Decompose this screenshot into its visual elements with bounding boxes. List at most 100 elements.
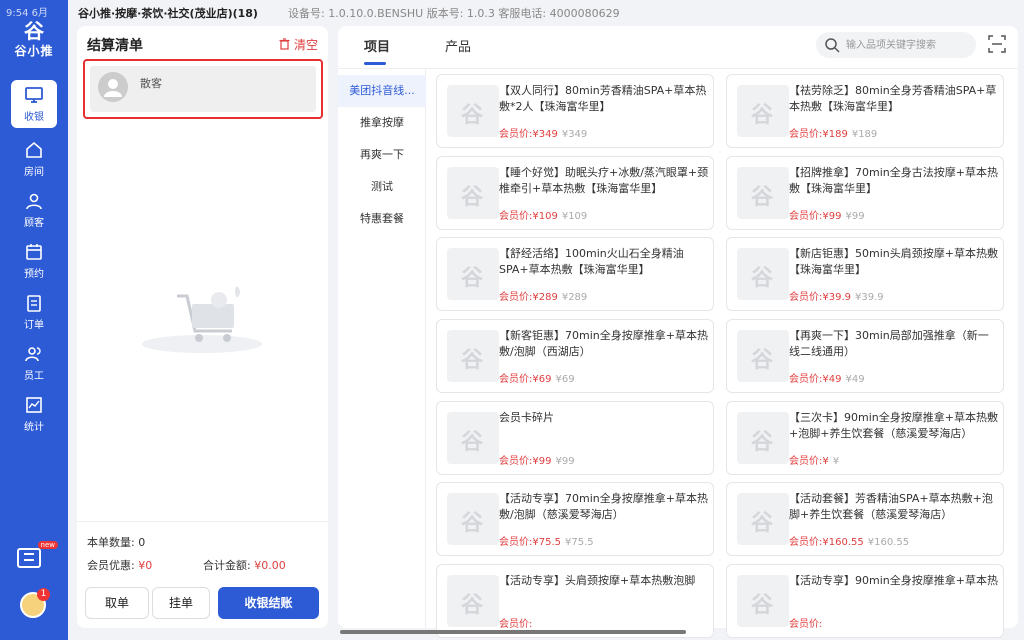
placeholder-logo-icon: 谷 bbox=[461, 593, 484, 618]
status-time: 9:54 6月 bbox=[6, 8, 48, 19]
product-thumbnail: 谷 bbox=[447, 575, 499, 627]
original-price: ¥160.55 bbox=[867, 537, 910, 548]
promo-button[interactable]: new bbox=[16, 541, 58, 573]
total-amount-value: ¥0.00 bbox=[254, 559, 286, 572]
product-name: 【再爽一下】30min局部加强推拿（新一线二线通用） bbox=[789, 329, 989, 358]
product-name: 会员卡碎片 bbox=[499, 411, 554, 424]
checkout-panel: 结算清单 清空 散客 本单数量: 0 会员优惠: ¥0 合计金额: ¥0.00 … bbox=[77, 26, 328, 628]
scan-icon[interactable] bbox=[988, 35, 1006, 53]
member-price: ¥189 bbox=[822, 129, 848, 140]
original-price: ¥ bbox=[832, 456, 840, 467]
category-item[interactable]: 再爽一下 bbox=[338, 139, 426, 171]
placeholder-logo-icon: 谷 bbox=[751, 185, 774, 210]
product-name: 【招牌推拿】70min全身古法按摩+草本热敷【珠海富华里】 bbox=[789, 166, 998, 195]
placeholder-logo-icon: 谷 bbox=[461, 103, 484, 128]
product-card[interactable]: 谷【新客钜惠】70min全身按摩推拿+草本热敷/泡脚（西湖店） 会员价:¥69 ¥6… bbox=[436, 319, 714, 393]
placeholder-logo-icon: 谷 bbox=[751, 511, 774, 536]
customer-avatar bbox=[98, 72, 128, 102]
product-card[interactable]: 谷【双人同行】80min芳香精油SPA+草本热敷*2人【珠海富华里】 会员价:¥3… bbox=[436, 74, 714, 148]
member-price: ¥349 bbox=[532, 129, 558, 140]
product-card[interactable]: 谷【睡个好觉】助眠头疗+冰敷/蒸汽眼罩+颈椎牵引+草本热敷【珠海富华里】 会员价:… bbox=[436, 156, 714, 230]
product-card[interactable]: 谷【舒经活络】100min火山石全身精油SPA+草本热敷【珠海富华里】 会员价:¥… bbox=[436, 237, 714, 311]
placeholder-logo-icon: 谷 bbox=[751, 103, 774, 128]
nav-item-orders[interactable]: 订单 bbox=[0, 288, 68, 336]
product-card[interactable]: 谷 【活动专享】头肩颈按摩+草本热敷泡脚 会员价: bbox=[436, 564, 714, 638]
member-discount-value: ¥0 bbox=[138, 559, 153, 572]
notification-badge: 1 bbox=[37, 588, 50, 601]
customer-card[interactable]: 散客 bbox=[83, 59, 323, 119]
trash-icon bbox=[279, 38, 290, 50]
nav-item-cashier[interactable]: 收银 bbox=[0, 80, 68, 128]
product-name: 【新店钜惠】50min头肩颈按摩+草本热敷【珠海富华里】 bbox=[789, 247, 998, 276]
monitor-icon bbox=[25, 87, 43, 103]
original-price: ¥289 bbox=[561, 292, 588, 303]
nav-item-stats[interactable]: 统计 bbox=[0, 390, 68, 438]
original-price: ¥99 bbox=[555, 456, 575, 467]
category-item[interactable]: 美团抖音线... bbox=[338, 75, 426, 107]
member-price: ¥69 bbox=[532, 374, 552, 385]
category-item[interactable]: 测试 bbox=[338, 171, 426, 203]
product-price: 会员价:¥99 ¥99 bbox=[499, 456, 575, 467]
product-name: 【活动专享】90min全身按摩推拿+草本热 bbox=[789, 574, 998, 587]
hang-order-button[interactable]: 挂单 bbox=[152, 587, 210, 619]
nav-label: 房间 bbox=[24, 167, 44, 178]
tab-items[interactable]: 项目 bbox=[364, 36, 390, 55]
nav-item-staff[interactable]: 员工 bbox=[0, 339, 68, 387]
product-card[interactable]: 谷【活动专享】70min全身按摩推拿+草本热敷/泡脚（慈溪爱琴海店） 会员价:¥7… bbox=[436, 482, 714, 556]
category-item[interactable]: 推拿按摩 bbox=[338, 107, 426, 139]
member-discount: 会员优惠: ¥0 bbox=[87, 559, 153, 572]
product-name: 【祛劳除乏】80min全身芳香精油SPA+草本热敷【珠海富华里】 bbox=[789, 84, 997, 113]
placeholder-logo-icon: 谷 bbox=[751, 266, 774, 291]
product-thumbnail: 谷 bbox=[447, 167, 499, 219]
product-card[interactable]: 谷【再爽一下】30min局部加强推拿（新一线二线通用） 会员价:¥49 ¥49 bbox=[726, 319, 1004, 393]
checkout-button[interactable]: 收银结账 bbox=[218, 587, 319, 619]
product-card[interactable]: 谷【三次卡】90min全身按摩推拿+草本热敷+泡脚+养生饮套餐（慈溪爱琴海店） 会… bbox=[726, 401, 1004, 475]
user-icon bbox=[26, 193, 42, 210]
nav-item-booking[interactable]: 预约 bbox=[0, 237, 68, 285]
nav-label: 收银 bbox=[24, 112, 44, 123]
tab-products[interactable]: 产品 bbox=[445, 36, 471, 55]
original-price: ¥189 bbox=[851, 129, 878, 140]
product-card[interactable]: 谷 会员卡碎片 会员价:¥99 ¥99 bbox=[436, 401, 714, 475]
original-price: ¥109 bbox=[561, 211, 588, 222]
search-input[interactable] bbox=[846, 36, 970, 54]
product-name: 【双人同行】80min芳香精油SPA+草本热敷*2人【珠海富华里】 bbox=[499, 84, 707, 113]
original-price: ¥69 bbox=[555, 374, 575, 385]
product-card[interactable]: 谷【活动套餐】芳香精油SPA+草本热敷+泡脚+养生饮套餐（慈溪爱琴海店） 会员价:… bbox=[726, 482, 1004, 556]
placeholder-logo-icon: 谷 bbox=[751, 348, 774, 373]
product-name: 【活动专享】70min全身按摩推拿+草本热敷/泡脚（慈溪爱琴海店） bbox=[499, 492, 708, 521]
member-price: ¥99 bbox=[532, 456, 552, 467]
product-thumbnail: 谷 bbox=[737, 493, 789, 545]
product-price: 会员价:¥99 ¥99 bbox=[789, 211, 865, 222]
member-price: ¥160.55 bbox=[822, 537, 864, 548]
category-item[interactable]: 特惠套餐 bbox=[338, 203, 426, 235]
pick-order-button[interactable]: 取单 bbox=[85, 587, 149, 619]
product-card[interactable]: 谷 【活动专享】90min全身按摩推拿+草本热 会员价: bbox=[726, 564, 1004, 638]
nav-item-rooms[interactable]: 房间 bbox=[0, 135, 68, 183]
placeholder-logo-icon: 谷 bbox=[461, 185, 484, 210]
member-price: ¥39.9 bbox=[822, 292, 852, 303]
product-card[interactable]: 谷【招牌推拿】70min全身古法按摩+草本热敷【珠海富华里】会员价:¥99 ¥99 bbox=[726, 156, 1004, 230]
item-count-value: 0 bbox=[138, 536, 146, 549]
nav-label: 员工 bbox=[24, 371, 44, 382]
product-name: 【三次卡】90min全身按摩推拿+草本热敷+泡脚+养生饮套餐（慈溪爱琴海店） bbox=[789, 411, 998, 440]
divider bbox=[338, 68, 1018, 69]
nav-label: 订单 bbox=[24, 320, 44, 331]
customer-name: 散客 bbox=[140, 77, 162, 90]
divider bbox=[77, 521, 328, 522]
search-box[interactable] bbox=[816, 32, 976, 58]
user-avatar[interactable]: 1 bbox=[20, 588, 50, 618]
original-price: ¥75.5 bbox=[565, 537, 594, 548]
nav-item-customers[interactable]: 顾客 bbox=[0, 186, 68, 234]
staff-icon bbox=[25, 347, 41, 362]
app-logo: 谷 谷小推 bbox=[8, 20, 60, 66]
product-card[interactable]: 谷【新店钜惠】50min头肩颈按摩+草本热敷【珠海富华里】会员价:¥39.9 ¥3… bbox=[726, 237, 1004, 311]
product-price: 会员价:¥289 ¥289 bbox=[499, 292, 588, 303]
product-thumbnail: 谷 bbox=[447, 248, 499, 300]
product-price: 会员价:¥160.55 ¥160.55 bbox=[789, 537, 910, 548]
category-list: 美团抖音线... 推拿按摩 再爽一下 测试 特惠套餐 bbox=[338, 69, 426, 628]
checkout-title: 结算清单 bbox=[87, 38, 143, 54]
product-price: 会员价:¥39.9 ¥39.9 bbox=[789, 292, 884, 303]
product-card[interactable]: 谷【祛劳除乏】80min全身芳香精油SPA+草本热敷【珠海富华里】 会员价:¥18… bbox=[726, 74, 1004, 148]
clear-button[interactable]: 清空 bbox=[279, 36, 318, 53]
